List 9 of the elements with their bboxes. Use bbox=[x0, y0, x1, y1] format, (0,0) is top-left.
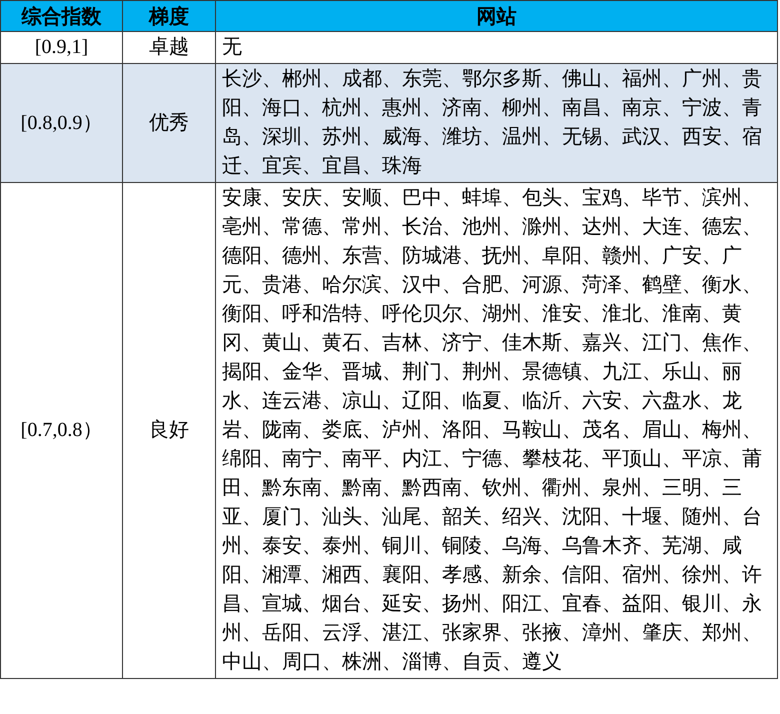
table-cell: 优秀 bbox=[122, 64, 216, 182]
table-cell: 安康、安庆、安顺、巴中、蚌埠、包头、宝鸡、毕节、滨州、亳州、常德、常州、长治、池州、滁州、达州、大连、德宏、德阳、德州、东营、防城港、抚州、阜阳、赣州、广安、广元、贵港、哈尔滨、汉中、合肥、河源、菏泽、鹤壁、衡水、衡阳、呼和浩特、呼伦贝尔、湖州、淮安、淮北、淮南、黄冈、黄山、黄石、吉林、济宁、佳木斯、嘉兴、江门、焦作、揭阳、金华、晋城、荆门、荆州、景德镇、九江、乐山、丽水、连云港、凉山、辽阳、临夏、临沂、六安、六盘水、龙岩、陇南、娄底、泸州、洛阳、马鞍山、茂名、眉山、梅州、绵阳、南宁、南平、内江、宁德、攀枝花、平顶山、平凉、莆田、黔东南、黔南、黔西南、钦州、衢州、泉州、三明、三亚、厦门、汕头、汕尾、韶关、绍兴、沈阳、十堰、随州、台州、泰安、泰州、铜川、铜陵、乌海、乌鲁木齐、芜湖、咸阳、湘潭、湘西、襄阳、孝感、新余、信阳、宿州、徐州、许昌、宣城、烟台、延安、扬州、阳江、宜春、益阳、银川、永州、岳阳、云浮、湛江、张家界、张掖、漳州、肇庆、郑州、中山、周口、株洲、淄博、自贡、遵义 bbox=[216, 182, 778, 678]
table-cell: [0.8,0.9） bbox=[0, 64, 122, 182]
table-cell: 长沙、郴州、成都、东莞、鄂尔多斯、佛山、福州、广州、贵阳、海口、杭州、惠州、济南、柳州、南昌、南京、宁波、青岛、深圳、苏州、威海、潍坊、温州、无锡、武汉、西安、宿迁、宜宾、宜昌、珠海 bbox=[216, 64, 778, 182]
column-header: 梯度 bbox=[122, 0, 216, 32]
column-header: 网站 bbox=[216, 0, 778, 32]
table-cell: [0.7,0.8） bbox=[0, 182, 122, 678]
column-header: 综合指数 bbox=[0, 0, 122, 32]
table-cell: 良好 bbox=[122, 182, 216, 678]
